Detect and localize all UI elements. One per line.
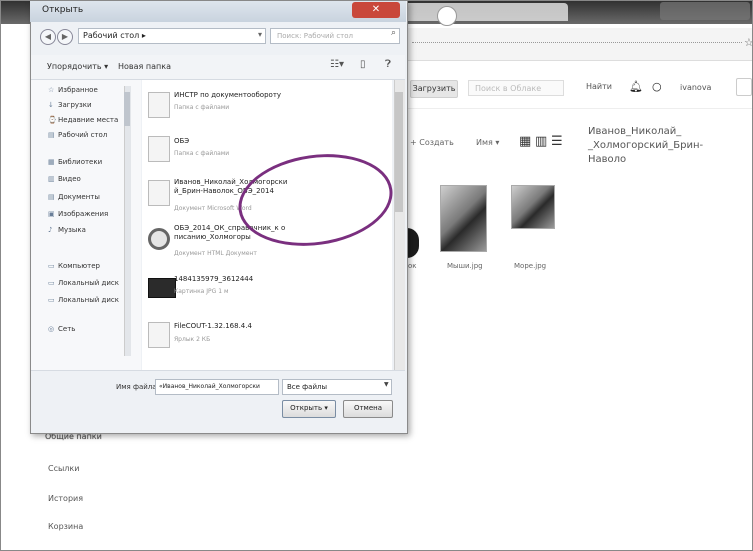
status-circle-icon[interactable]: ○ [652, 80, 662, 93]
nav-item-libraries[interactable]: ▦ Библиотеки [48, 158, 102, 166]
sort-dropdown[interactable]: Имя ▾ [476, 138, 499, 147]
large-grid-view-icon[interactable]: ▦ [519, 134, 531, 149]
new-folder-button[interactable]: Новая папка [118, 62, 171, 71]
address-url [412, 42, 742, 44]
file-thumbnail[interactable] [440, 185, 487, 252]
file-meta: Картинка JPG 1 м [174, 288, 229, 295]
file-meta: Папка с файлами [174, 150, 230, 157]
libraries-icon: ▦ [48, 158, 55, 166]
nav-item-network[interactable]: ◎ Сеть [48, 325, 75, 333]
user-name[interactable]: ivanova [680, 83, 711, 92]
chevron-down-icon[interactable]: ▾ [258, 30, 262, 39]
file-type-select[interactable]: Все файлы [282, 379, 392, 395]
browser-document-icon [148, 228, 170, 250]
nav-scrollbar[interactable] [124, 86, 131, 356]
network-icon: ◎ [48, 325, 55, 333]
chevron-down-icon[interactable]: ▼ [384, 381, 389, 388]
change-view-icon[interactable]: ☷▾ [330, 59, 344, 70]
back-arrow-icon[interactable]: ◀ [40, 29, 56, 45]
desktop-icon: ▤ [48, 131, 55, 139]
browser-tab[interactable] [388, 3, 568, 21]
open-button[interactable]: Открыть ▾ [282, 400, 336, 418]
create-button[interactable]: + Создать [410, 138, 454, 147]
cancel-button[interactable]: Отмена [343, 400, 393, 418]
video-icon: ▥ [48, 175, 55, 183]
thumbnail-label: ок [408, 262, 417, 270]
help-icon[interactable]: ❓︎ [385, 59, 391, 70]
dialog-search-input[interactable]: Поиск: Рабочий стол [270, 28, 400, 44]
image-file-icon [148, 278, 176, 298]
organize-button[interactable]: Упорядочить ▾ [47, 62, 108, 71]
folder-icon [148, 92, 170, 118]
nav-item-local-disk[interactable]: ▭ Локальный диск [48, 296, 119, 304]
folder-icon [148, 136, 170, 162]
nav-item-documents[interactable]: ▤ Документы [48, 193, 100, 201]
star-icon: ☆ [48, 86, 55, 94]
nav-item-downloads[interactable]: ↓ Загрузки [48, 101, 92, 109]
file-name[interactable]: FileCOUT-1.32.168.4.4 [174, 322, 309, 331]
file-meta: Ярлык 2 КБ [174, 336, 211, 343]
list-view-icon[interactable]: ☰ [551, 134, 563, 149]
small-grid-view-icon[interactable]: ▥ [535, 134, 547, 149]
filename-input[interactable]: «Иванов_Николай_Холмогорски [155, 379, 279, 395]
breadcrumb[interactable]: Рабочий стол ▸ [78, 28, 266, 44]
forward-arrow-icon[interactable]: ▶ [57, 29, 73, 45]
nav-item-music[interactable]: ♪ Музыка [48, 226, 86, 234]
word-document-icon [148, 180, 170, 206]
dialog-titlebar[interactable] [30, 0, 406, 22]
window-controls[interactable] [660, 2, 750, 20]
nav-item-local-disk[interactable]: ▭ Локальный диск [48, 279, 119, 287]
disk-icon: ▭ [48, 279, 55, 287]
nav-item-recent[interactable]: ⌚Недавние места [48, 116, 118, 124]
cloud-search-input[interactable]: Поиск в Облаке [468, 80, 564, 96]
nav-item-video[interactable]: ▥ Видео [48, 175, 81, 183]
nav-item-computer[interactable]: ▭ Компьютер [48, 262, 100, 270]
file-thumbnail[interactable] [511, 185, 555, 229]
sidebar-item-links[interactable]: Ссылки [48, 464, 79, 473]
file-name[interactable]: ОБЭ [174, 137, 309, 146]
file-meta: Документ HTML Документ [174, 250, 257, 257]
dialog-title: Открыть [42, 5, 84, 15]
tab-favicon-icon [437, 6, 457, 26]
pictures-icon: ▣ [48, 210, 55, 218]
shortcut-icon [148, 322, 170, 348]
bell-icon[interactable]: 🔔︎ [629, 80, 643, 93]
thumbnail-label: Море.jpg [514, 262, 547, 270]
file-name[interactable]: ИНСТР по документообороту [174, 91, 309, 100]
thumbnail-label: Мыши.jpg [447, 262, 483, 270]
download-icon: ↓ [48, 101, 54, 109]
nav-item-desktop[interactable]: ▤ Рабочий стол [48, 131, 107, 139]
file-scrollbar-thumb[interactable] [395, 92, 403, 212]
sidebar-item-trash[interactable]: Корзина [48, 522, 83, 531]
preview-pane-icon[interactable]: ▯ [360, 59, 366, 70]
computer-icon: ▭ [48, 262, 55, 270]
nav-item-pictures[interactable]: ▣ Изображения [48, 210, 108, 218]
user-menu-icon[interactable] [736, 78, 752, 96]
music-icon: ♪ [48, 226, 53, 234]
file-name[interactable]: 1484135979_3612444 [174, 275, 309, 284]
sidebar-item-history[interactable]: История [48, 494, 83, 503]
file-meta: Папка с файлами [174, 104, 230, 111]
upload-button[interactable]: Загрузить [410, 80, 458, 98]
recent-places-icon: ⌚ [48, 116, 57, 124]
filename-label: Имя файла: [116, 383, 159, 391]
selected-file-title: Иванов_Николай_ _Холмогорский_Брин- Наво… [588, 126, 704, 165]
bookmark-star-icon[interactable]: ☆ [744, 36, 753, 49]
nav-scrollbar-thumb[interactable] [124, 92, 130, 126]
find-button[interactable]: Найти [586, 82, 612, 91]
close-button[interactable]: ✕ [352, 2, 400, 18]
address-bar[interactable] [405, 28, 753, 61]
documents-icon: ▤ [48, 193, 55, 201]
nav-item-favorites[interactable]: ☆ Избранное [48, 86, 98, 94]
disk-icon: ▭ [48, 296, 55, 304]
search-icon[interactable]: ⌕ [391, 28, 396, 38]
